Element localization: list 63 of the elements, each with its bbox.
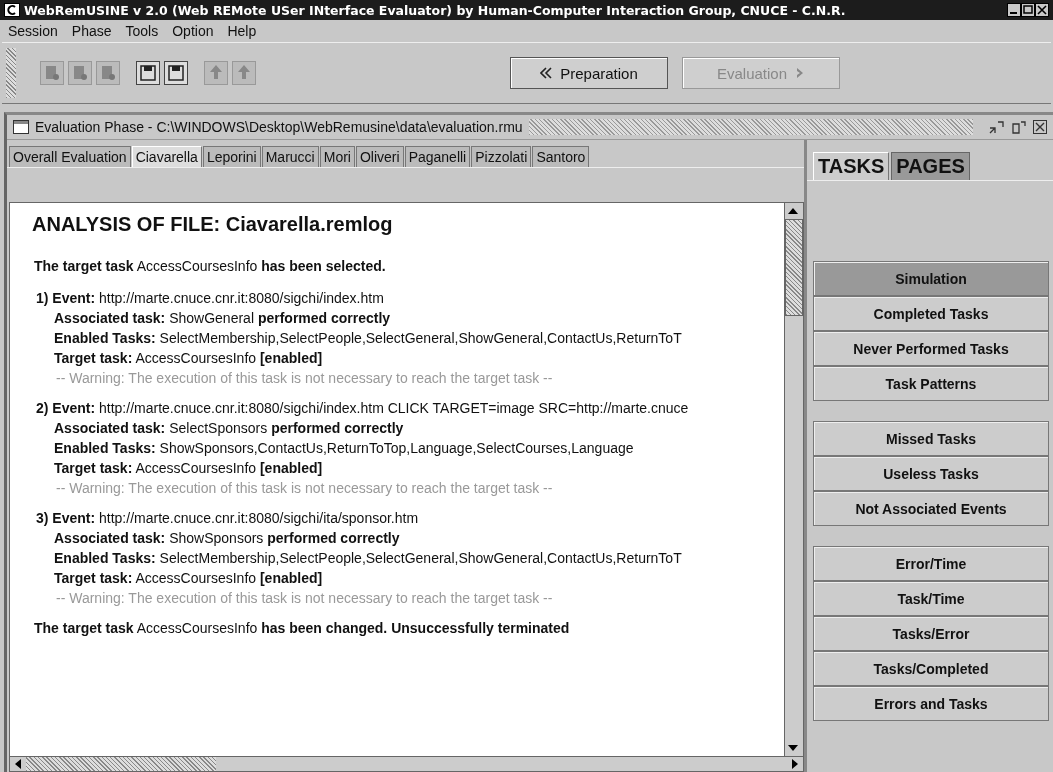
analysis-button[interactable]: Tasks/Error <box>813 616 1049 651</box>
analysis-button[interactable]: Task Patterns <box>813 366 1049 401</box>
analysis-button[interactable]: Missed Tasks <box>813 421 1049 456</box>
restore-icon[interactable] <box>989 120 1005 134</box>
report-heading: ANALYSIS OF FILE: Ciavarella.remlog <box>32 213 394 236</box>
tab[interactable]: Mori <box>319 146 355 167</box>
report-line: Enabled Tasks: SelectMembership,SelectPeople,SelectGeneral,ShowGeneral,ContactUs,ReturnToT <box>53 549 683 568</box>
report-line: 1) Event: http://marte.cnuce.cnr.it:8080/sigchi/index.htm <box>35 289 385 308</box>
analysis-button[interactable]: Not Associated Events <box>813 491 1049 526</box>
report-line: Associated task: ShowGeneral performed correctly <box>53 309 392 328</box>
report-line: Target task: AccessCoursesInfo [enabled] <box>53 569 324 588</box>
analysis-button[interactable]: Errors and Tasks <box>813 686 1049 721</box>
report-line: 3) Event: http://marte.cnuce.cnr.it:8080/sigchi/ita/sponsor.htm <box>35 509 420 528</box>
menu-item[interactable]: Phase <box>71 23 112 39</box>
maximize-icon[interactable] <box>1021 3 1035 17</box>
scroll-thumb[interactable] <box>26 757 216 771</box>
tab[interactable]: PAGES <box>891 152 970 180</box>
report-line: -- Warning: The execution of this task is not necessary to reach the target task -- <box>55 369 554 388</box>
window-icon <box>13 120 29 134</box>
double-chevron-left-icon <box>540 67 553 79</box>
analysis-button[interactable]: Task/Time <box>813 581 1049 616</box>
report-line: Associated task: ShowSponsors performed correctly <box>53 529 401 548</box>
analysis-button[interactable]: Error/Time <box>813 546 1049 581</box>
window-title: WebRemUSINE v 2.0 (Web REMote USer INterface Evaluator) by Human-Computer Interaction Group, CNUCE - C.N.R. <box>24 2 847 18</box>
report-line: -- Warning: The execution of this task is not necessary to reach the target task -- <box>55 479 554 498</box>
tab[interactable]: Paganelli <box>404 146 471 167</box>
report-line: -- Warning: The execution of this task is not necessary to reach the target task -- <box>55 589 554 608</box>
menu-item[interactable]: Option <box>172 23 214 39</box>
toolbar-grip[interactable] <box>6 48 16 98</box>
close-icon[interactable] <box>1035 3 1049 17</box>
vertical-scrollbar[interactable] <box>784 203 803 756</box>
report-line: 2) Event: http://marte.cnuce.cnr.it:8080/sigchi/index.htm CLICK TARGET=image SRC=http://marte.cnuce <box>35 399 690 418</box>
frame-title: Evaluation Phase - C:\WINDOWS\Desktop\WebRemusine\data\evaluation.rmu <box>35 119 523 135</box>
menu-item[interactable]: Tools <box>125 23 159 39</box>
horizontal-scrollbar[interactable] <box>9 757 804 772</box>
tab[interactable]: Santoro <box>532 146 590 167</box>
report-line: Target task: AccessCoursesInfo [enabled] <box>53 459 324 478</box>
phase-button[interactable]: Preparation <box>510 57 668 89</box>
tab[interactable]: Ciavarella <box>131 146 202 167</box>
report-line: The target task AccessCoursesInfo has been selected. <box>33 257 387 276</box>
close-icon[interactable] <box>1033 120 1047 134</box>
tab[interactable]: TASKS <box>813 152 890 180</box>
report-line: Enabled Tasks: ShowSponsors,ContactUs,ReturnToTop,Language,SelectCourses,Language <box>53 439 635 458</box>
scroll-thumb[interactable] <box>785 219 803 316</box>
analysis-button[interactable]: Tasks/Completed <box>813 651 1049 686</box>
app-icon <box>4 3 20 17</box>
maximize-icon[interactable] <box>1011 120 1027 134</box>
analysis-button[interactable]: Useless Tasks <box>813 456 1049 491</box>
tab[interactable]: Overall Evaluation <box>9 146 131 167</box>
menu-item[interactable]: Session <box>8 23 58 39</box>
minimize-icon[interactable] <box>1007 3 1021 17</box>
report-line: Target task: AccessCoursesInfo [enabled] <box>53 349 324 368</box>
menu-item[interactable]: Help <box>227 23 257 39</box>
tab[interactable]: Pizzolati <box>471 146 532 167</box>
analysis-button[interactable]: Completed Tasks <box>813 296 1049 331</box>
report-line: The target task AccessCoursesInfo has been changed. Unsuccessfully terminated <box>33 619 571 638</box>
tab[interactable]: Oliveri <box>355 146 404 167</box>
analysis-button[interactable]: Simulation <box>813 261 1049 296</box>
report-line: Associated task: SelectSponsors performed correctly <box>53 419 405 438</box>
tab[interactable]: Leporini <box>202 146 261 167</box>
report-line: Enabled Tasks: SelectMembership,SelectPeople,SelectGeneral,ShowGeneral,ContactUs,ReturnToT <box>53 329 683 348</box>
analysis-button[interactable]: Never Performed Tasks <box>813 331 1049 366</box>
tab[interactable]: Marucci <box>261 146 319 167</box>
